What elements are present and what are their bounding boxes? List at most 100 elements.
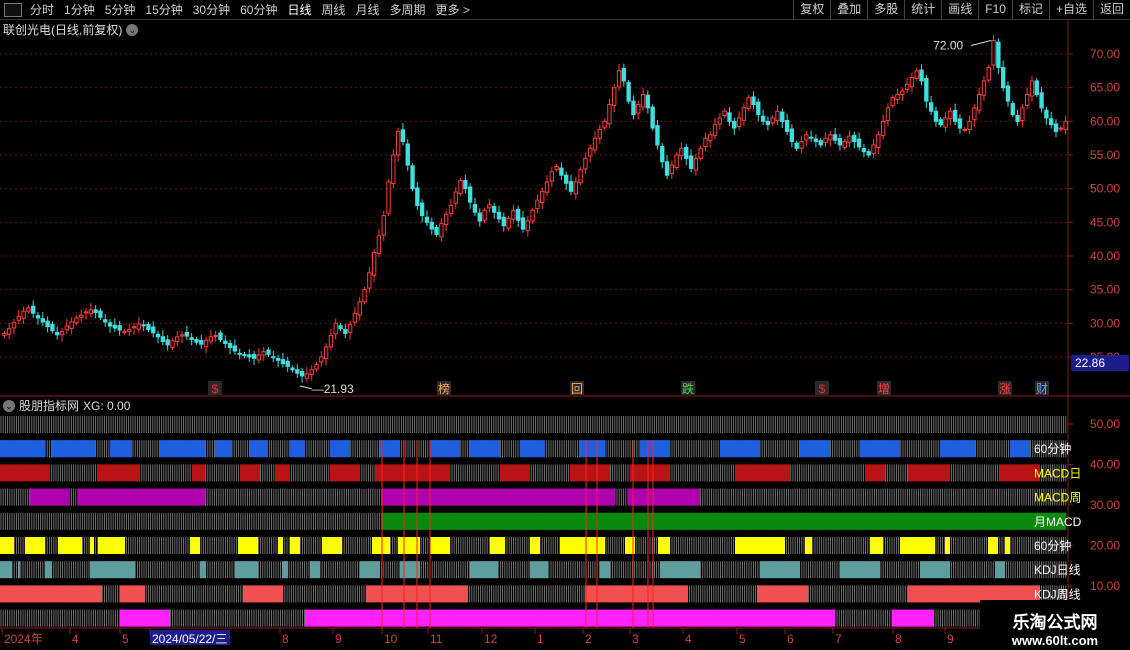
candle-body [986,66,991,81]
candle-body [251,354,257,359]
event-marker: $ [819,382,826,396]
indicator-segment [805,537,812,554]
candle-body [578,169,583,184]
candle-body [501,216,506,227]
indicator-segment [800,440,830,458]
candle-body [616,70,622,88]
candle-body [223,340,228,345]
indicator-segment [0,440,45,458]
indicator-segment [97,464,140,482]
candle-body [1044,109,1049,119]
indicator-row-label: 月MACD [1034,515,1082,529]
candle-body [2,332,7,336]
candle-body [727,112,732,122]
candle-body [141,324,146,327]
price-tick-label: 40.00 [1090,249,1120,263]
candle-body [1005,85,1011,102]
candle-body [938,119,943,126]
indicator-row-label: MACD日 [1034,466,1081,480]
indicator-segment [430,440,460,458]
indicator-segment [160,440,205,458]
indicator-row-label: MACD周 [1034,491,1081,505]
candle-body [674,154,679,169]
candle-body [165,339,170,346]
candle-body [107,322,113,327]
candle-body [117,325,122,331]
candle-body [218,332,223,340]
candle-body [323,346,329,360]
min-pointer [299,385,312,390]
indicator-segment [0,585,102,603]
candle-body [184,331,190,337]
candle-body [376,235,382,254]
candle-body [319,356,324,363]
candle-body [655,125,660,146]
candle-body [876,134,881,148]
indicator-segment [250,440,268,458]
indicator-segment [490,537,505,554]
indicator-segment [310,561,320,579]
candle-body [213,334,218,337]
candle-body [146,324,151,330]
indicator-segment [278,537,283,554]
indicator-segment [0,537,14,554]
indicator-segment [192,464,205,482]
candle-body [693,157,699,171]
indicator-segment [290,537,300,554]
candle-body [962,128,967,131]
candle-body [88,309,94,315]
candle-body [35,315,41,319]
candle-body [496,211,502,220]
event-marker: 财 [1036,382,1048,396]
candle-body [405,143,410,166]
candle-body [237,352,242,355]
candle-body [352,312,358,323]
candle-body [1063,120,1068,131]
price-tick-label: 50.00 [1090,182,1120,196]
indicator-segment [860,440,900,458]
candle-body [232,345,238,352]
candle-body [271,356,276,359]
candle-body [789,128,795,143]
candle-body [669,164,675,175]
candle-body [549,171,554,182]
indicator-segment [720,440,760,458]
candle-body [79,314,84,318]
candle-body [804,134,809,141]
indicator-tick-label: 10.00 [1090,579,1120,593]
candle-body [799,141,804,149]
candle-body [943,117,948,128]
candle-body [880,120,886,137]
candle-body [208,336,214,342]
indicator-segment [560,537,605,554]
candle-body [59,330,65,336]
candle-body [554,165,559,170]
indicator-segment [658,537,670,554]
candle-body [434,226,439,235]
candle-body [909,77,915,88]
indicator-segment [375,464,450,482]
candle-body [443,213,449,225]
indicator-segment [120,609,170,627]
candle-body [808,136,814,139]
candle-body [1058,127,1063,130]
candle-body [568,181,574,192]
candle-body [856,138,862,148]
candle-body [832,134,838,141]
candle-body [885,107,891,122]
candle-body [972,107,977,121]
indicator-segment [30,488,70,506]
candle-body [31,305,36,314]
candle-body [467,186,473,203]
candle-body [828,134,833,141]
candle-body [1010,103,1015,116]
candle-body [463,180,468,190]
candle-body [448,205,454,214]
candle-body [290,367,295,371]
candle-body [842,141,847,148]
candle-body [933,110,939,122]
candle-body [698,147,703,159]
indicator-segment [470,561,498,579]
candle-body [525,220,530,232]
candle-body [492,205,497,213]
